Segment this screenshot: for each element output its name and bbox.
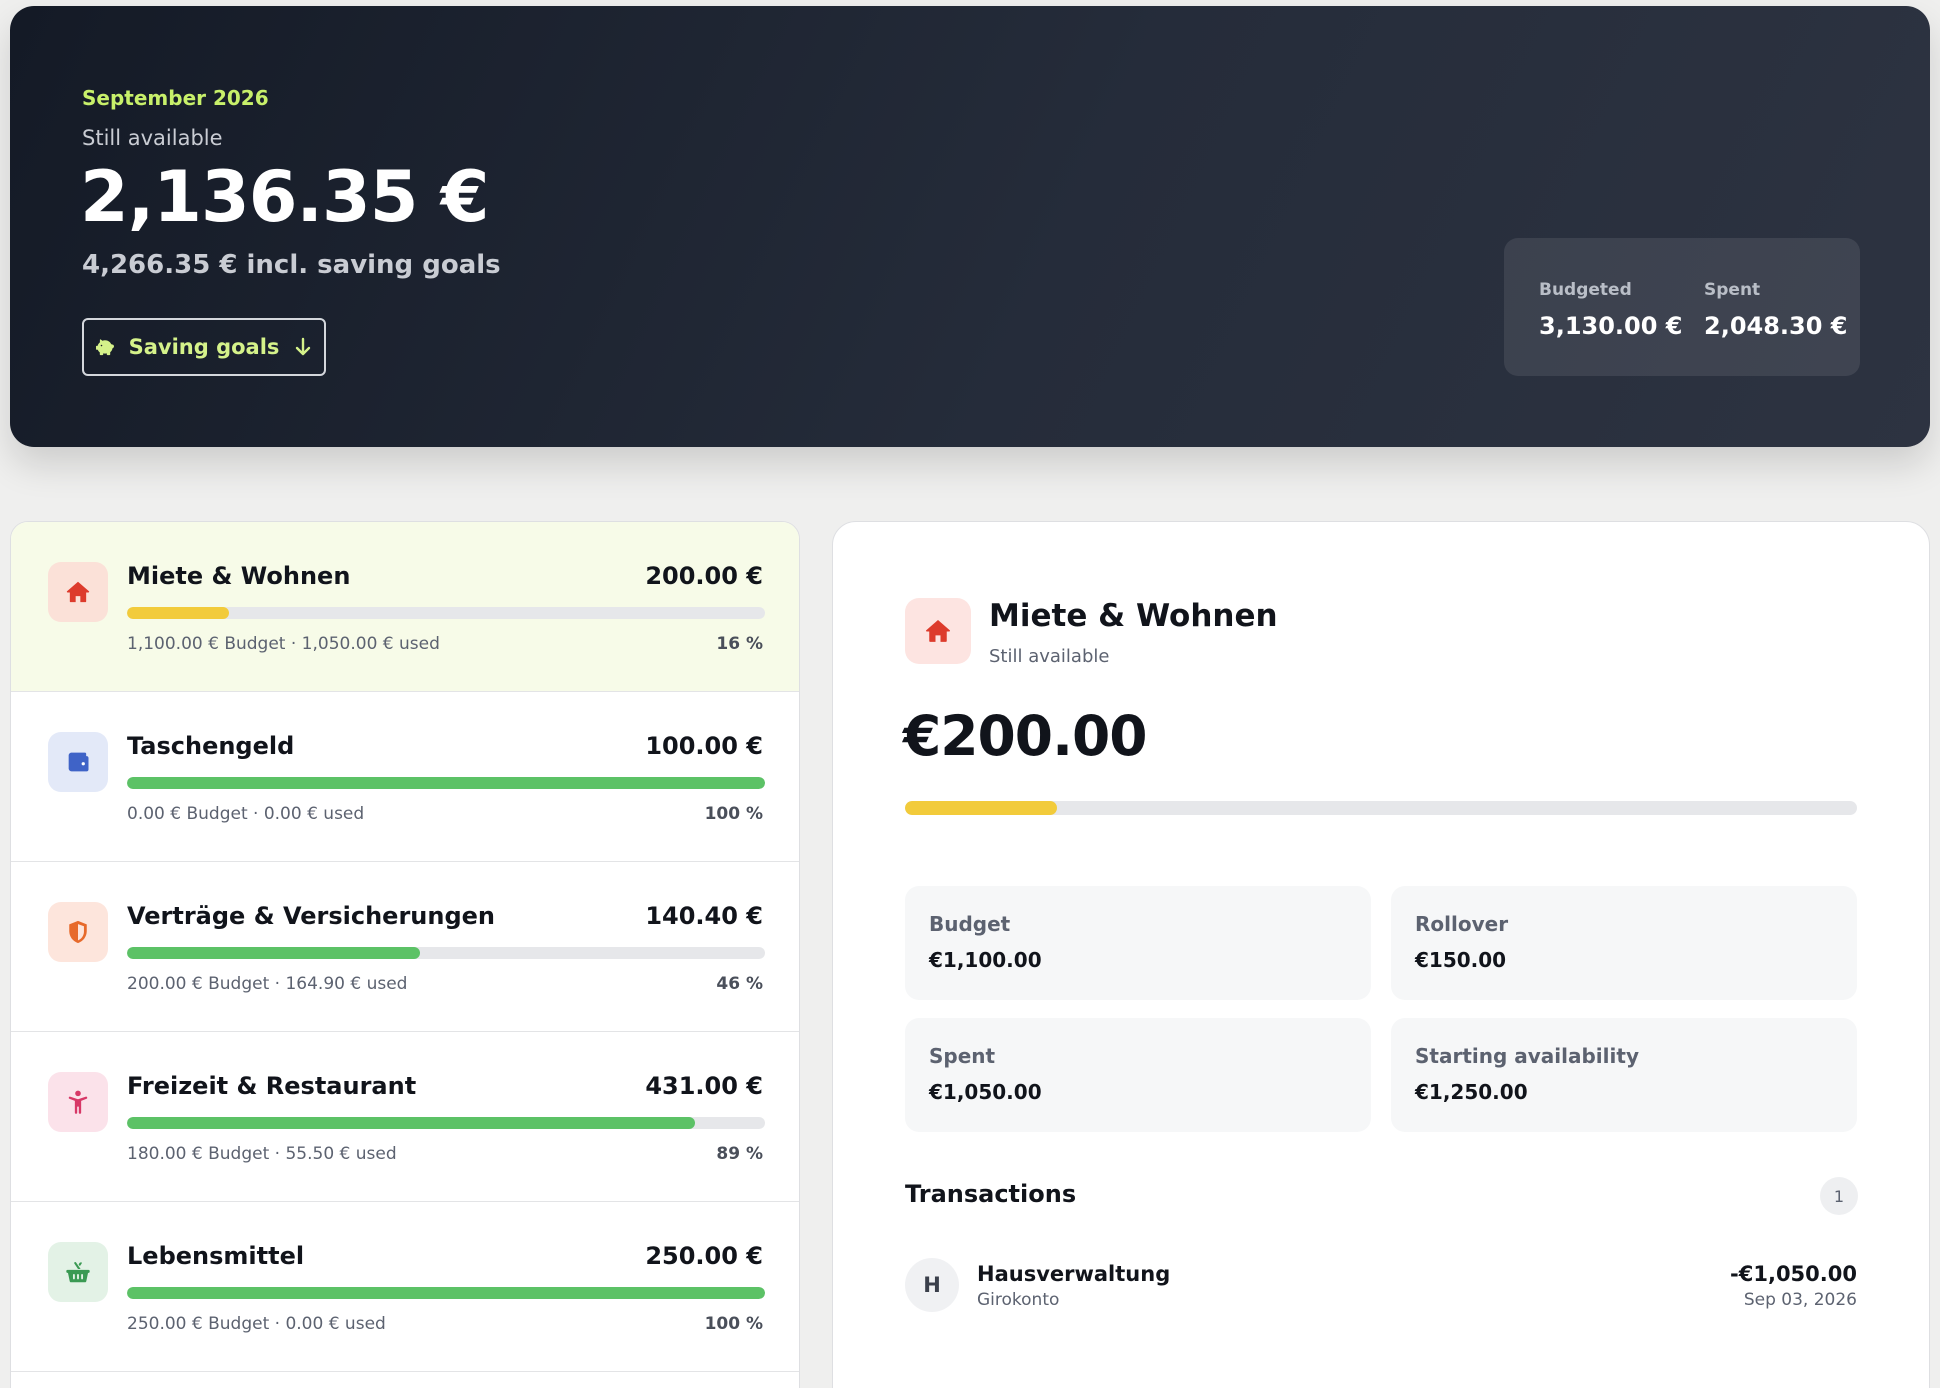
category-item[interactable]: Freizeit & Restaurant 431.00 € 180.00 € … — [11, 1032, 799, 1202]
month-label: September 2026 — [82, 86, 269, 110]
tile-label: Spent — [929, 1044, 996, 1068]
detail-progress-bar — [905, 801, 1857, 815]
category-percent: 100 % — [704, 1314, 763, 1334]
category-percent: 46 % — [716, 974, 763, 994]
detail-progress-fill — [905, 801, 1058, 815]
wallet-icon — [68, 752, 89, 772]
category-budget-meta: 1,100.00 € Budget · 1,050.00 € used — [127, 634, 440, 654]
category-progress-fill — [127, 777, 765, 789]
category-item[interactable]: Miete & Wohnen 200.00 € 1,100.00 € Budge… — [11, 522, 799, 692]
arrow-down-icon — [296, 337, 311, 356]
category-progress-bar — [127, 1287, 765, 1299]
saving-goals-label: Saving goals — [128, 335, 280, 359]
payee-name: Hausverwaltung — [977, 1262, 1171, 1286]
category-progress-fill — [127, 607, 230, 619]
shield-icon — [69, 920, 87, 944]
category-icon-box — [48, 1242, 108, 1302]
house-icon — [926, 620, 950, 642]
category-progress-fill — [127, 947, 421, 959]
tile-value: €1,250.00 — [1415, 1080, 1528, 1104]
spent-label: Spent — [1704, 280, 1761, 300]
tile-value: €1,050.00 — [929, 1080, 1042, 1104]
category-percent: 89 % — [716, 1144, 763, 1164]
spent-stat: Spent 2,048.30 € — [1704, 280, 1847, 340]
transaction-date: Sep 03, 2026 — [1743, 1290, 1857, 1310]
category-icon-box — [48, 732, 108, 792]
person-icon — [68, 1090, 88, 1114]
house-icon — [66, 581, 90, 603]
tile-label: Budget — [929, 912, 1011, 936]
category-progress-fill — [127, 1117, 695, 1129]
category-name: Miete & Wohnen — [127, 562, 351, 590]
category-name: Verträge & Versicherungen — [127, 902, 496, 930]
category-available: 200.00 € — [645, 562, 763, 590]
category-available: 431.00 € — [645, 1072, 763, 1100]
category-available: 250.00 € — [645, 1242, 763, 1270]
category-available: 100.00 € — [645, 732, 763, 760]
category-detail-panel: Miete & Wohnen Still available €200.00 B… — [832, 521, 1930, 1388]
budget-tile: Budget €1,100.00 — [905, 886, 1371, 1000]
category-budget-meta: 0.00 € Budget · 0.00 € used — [127, 804, 365, 824]
rollover-tile: Rollover €150.00 — [1391, 886, 1857, 1000]
budget-stats-box: Budgeted 3,130.00 € Spent 2,048.30 € — [1504, 238, 1860, 376]
detail-available-amount: €200.00 — [903, 704, 1148, 768]
transaction-row[interactable]: H Hausverwaltung Girokonto -€1,050.00 Se… — [905, 1258, 1857, 1314]
tile-label: Rollover — [1415, 912, 1509, 936]
category-progress-bar — [127, 947, 765, 959]
category-name: Taschengeld — [127, 732, 295, 760]
incl-saving-goals: 4,266.35 € incl. saving goals — [82, 250, 501, 280]
budgeted-value: 3,130.00 € — [1539, 312, 1683, 340]
category-item[interactable]: Lebensmittel 250.00 € 250.00 € Budget · … — [11, 1202, 799, 1372]
detail-icon-box — [905, 598, 971, 664]
category-available: 140.40 € — [645, 902, 763, 930]
category-budget-meta: 250.00 € Budget · 0.00 € used — [127, 1314, 386, 1334]
basket-icon — [66, 1261, 90, 1283]
category-item[interactable]: Verträge & Versicherungen 140.40 € 200.0… — [11, 862, 799, 1032]
saving-goals-button[interactable]: Saving goals — [82, 318, 326, 376]
category-budget-meta: 180.00 € Budget · 55.50 € used — [127, 1144, 397, 1164]
transactions-heading: Transactions — [905, 1180, 1077, 1208]
category-name: Freizeit & Restaurant — [127, 1072, 417, 1100]
budgeted-label: Budgeted — [1539, 280, 1632, 300]
starting-availability-tile: Starting availability €1,250.00 — [1391, 1018, 1857, 1132]
available-amount: 2,136.35 € — [80, 156, 489, 238]
transactions-count-badge: 1 — [1820, 1177, 1858, 1215]
available-label: Still available — [82, 126, 223, 150]
tile-value: €150.00 — [1415, 948, 1507, 972]
account-name: Girokonto — [977, 1290, 1060, 1310]
category-icon-box — [48, 902, 108, 962]
category-list: Miete & Wohnen 200.00 € 1,100.00 € Budge… — [10, 521, 800, 1388]
category-percent: 16 % — [716, 634, 763, 654]
spent-value: 2,048.30 € — [1704, 312, 1848, 340]
category-progress-bar — [127, 777, 765, 789]
detail-subtitle: Still available — [989, 646, 1110, 667]
transaction-amount: -€1,050.00 — [1730, 1262, 1857, 1286]
category-item[interactable]: Taschengeld 100.00 € 0.00 € Budget · 0.0… — [11, 692, 799, 862]
month-summary-card: September 2026 Still available 2,136.35 … — [10, 6, 1930, 447]
category-icon-box — [48, 562, 108, 622]
piggy-bank-icon — [95, 339, 114, 356]
budget-page: September 2026 Still available 2,136.35 … — [0, 0, 1940, 1388]
budgeted-stat: Budgeted 3,130.00 € — [1539, 280, 1682, 340]
category-icon-box — [48, 1072, 108, 1132]
category-progress-bar — [127, 607, 765, 619]
spent-tile: Spent €1,050.00 — [905, 1018, 1371, 1132]
payee-avatar: H — [905, 1258, 959, 1312]
tile-value: €1,100.00 — [929, 948, 1042, 972]
tile-label: Starting availability — [1415, 1044, 1639, 1068]
category-name: Lebensmittel — [127, 1242, 305, 1270]
category-percent: 100 % — [704, 804, 763, 824]
detail-title: Miete & Wohnen — [989, 598, 1278, 634]
category-progress-fill — [127, 1287, 765, 1299]
category-budget-meta: 200.00 € Budget · 164.90 € used — [127, 974, 408, 994]
category-progress-bar — [127, 1117, 765, 1129]
